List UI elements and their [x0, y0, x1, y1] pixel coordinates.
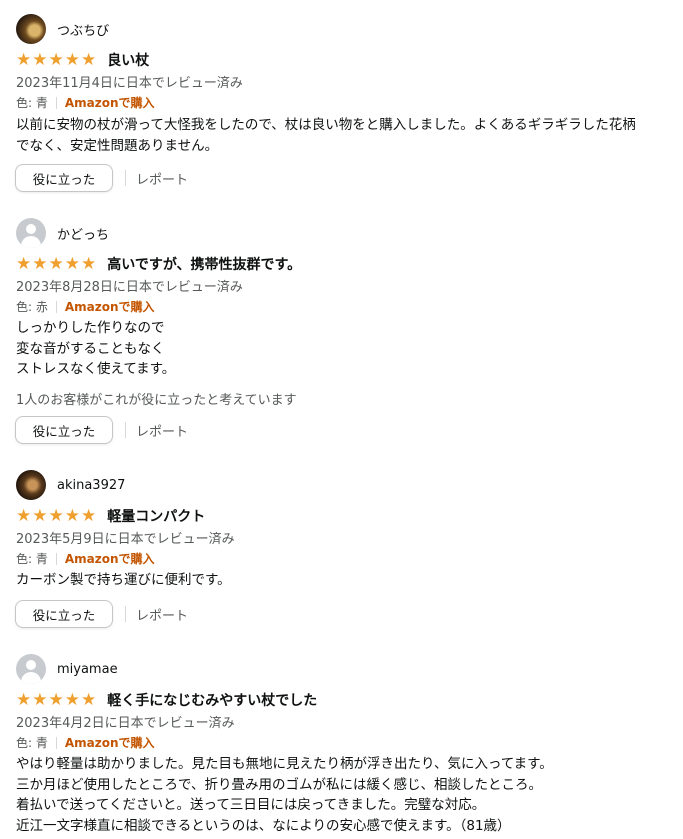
review-header: ★ ★ ★ ★ ★ 高いですが、携帯性抜群です。: [16, 254, 301, 274]
review-title[interactable]: 良い杖: [107, 50, 149, 70]
star-rating[interactable]: ★ ★ ★ ★ ★: [16, 49, 97, 70]
divider: [125, 606, 126, 622]
review-body-line: 着払いで送ってくださいと。送って三日目には戻ってきました。完璧な対応。: [16, 797, 486, 813]
helpful-button[interactable]: 役に立った: [15, 416, 113, 444]
star-icon: ★: [32, 253, 48, 274]
star-icon: ★: [48, 253, 64, 274]
reviewer-name[interactable]: つぶちび: [57, 20, 109, 39]
review-date: 2023年11月4日に日本でレビュー済み: [16, 76, 243, 91]
review-body-line: 変な音がすることもなく: [16, 340, 165, 357]
report-link[interactable]: レポート: [136, 605, 188, 624]
review-body: しっかりした作りなので 変な音がすることもなく ストレスなく使えてます。: [16, 318, 175, 380]
star-icon: ★: [16, 253, 32, 274]
star-rating[interactable]: ★ ★ ★ ★ ★: [16, 689, 97, 710]
divider: [55, 736, 57, 749]
review-actions: 役に立った レポート: [15, 415, 188, 445]
star-icon: ★: [16, 505, 32, 526]
helpful-count: 1人のお客様がこれが役に立ったと考えています: [16, 393, 297, 408]
review-body-line: やはり軽量は助かりました。見た目も無地に見えたり柄が浮き出たり、気に入ってます。: [16, 756, 553, 772]
star-rating[interactable]: ★ ★ ★ ★ ★: [16, 253, 97, 274]
default-avatar-icon: [26, 224, 36, 234]
star-rating[interactable]: ★ ★ ★ ★ ★: [16, 505, 97, 526]
report-link[interactable]: レポート: [136, 169, 188, 188]
review-date: 2023年8月28日に日本でレビュー済み: [16, 280, 243, 295]
review-title[interactable]: 軽量コンパクト: [107, 506, 205, 526]
helpful-button[interactable]: 役に立った: [15, 600, 113, 628]
star-icon: ★: [32, 49, 48, 70]
default-avatar-body: [21, 236, 41, 248]
review-body-line: 近江一文字様直に相談できるというのは、なによりの安心感で使えます。（81歳）: [16, 817, 511, 834]
star-icon: ★: [64, 253, 80, 274]
reviewer-name[interactable]: akina3927: [57, 478, 125, 493]
reviewer-profile[interactable]: つぶちび: [16, 13, 109, 45]
helpful-button[interactable]: 役に立った: [15, 164, 113, 192]
divider: [55, 300, 57, 313]
color-variant[interactable]: 色: 青: [16, 550, 48, 567]
verified-purchase-badge: Amazonで購入: [64, 736, 155, 750]
review-variant: 色: 青 Amazonで購入: [16, 550, 155, 567]
avatar[interactable]: [16, 470, 46, 500]
review-header: ★ ★ ★ ★ ★ 軽く手になじむみやすい杖でした: [16, 690, 317, 710]
review-variant: 色: 赤 Amazonで購入: [16, 298, 155, 315]
color-variant[interactable]: 色: 赤: [16, 298, 48, 315]
divider: [125, 170, 126, 186]
verified-purchase-badge: Amazonで購入: [64, 96, 155, 110]
divider: [125, 422, 126, 438]
review-body-line: しっかりした作りなので: [16, 320, 165, 336]
reviewer-profile[interactable]: かどっち: [16, 217, 109, 249]
review-variant: 色: 青 Amazonで購入: [16, 734, 155, 751]
review-body-line: ストレスなく使えてます。: [16, 361, 176, 377]
star-icon: ★: [48, 49, 64, 70]
reviewer-name[interactable]: かどっち: [57, 224, 109, 243]
review-date: 2023年4月2日に日本でレビュー済み: [16, 716, 235, 731]
review-body-line: 以前に安物の杖が滑って大怪我をしたので、杖は良い物をと購入しました。よくあるギラ…: [16, 117, 636, 133]
avatar[interactable]: [16, 14, 46, 44]
review-body: やはり軽量は助かりました。見た目も無地に見えたり柄が浮き出たり、気に入ってます。…: [16, 754, 553, 836]
star-icon: ★: [16, 49, 32, 70]
review-body: 以前に安物の杖が滑って大怪我をしたので、杖は良い物をと購入しました。よくあるギラ…: [16, 115, 636, 156]
star-icon: ★: [16, 689, 32, 710]
review-date: 2023年5月9日に日本でレビュー済み: [16, 532, 235, 547]
star-icon: ★: [32, 689, 48, 710]
review-body-line: 三か月ほど使用したところで、折り畳み用のゴムが私には緩く感じ、相談したところ。: [16, 776, 542, 793]
avatar[interactable]: [16, 654, 46, 684]
reviewer-profile[interactable]: akina3927: [16, 469, 125, 501]
verified-purchase-badge: Amazonで購入: [64, 300, 155, 314]
review-title[interactable]: 軽く手になじむみやすい杖でした: [107, 690, 317, 710]
verified-purchase-badge: Amazonで購入: [64, 552, 155, 566]
star-icon: ★: [32, 505, 48, 526]
star-icon: ★: [64, 49, 80, 70]
star-icon: ★: [48, 505, 64, 526]
review-header: ★ ★ ★ ★ ★ 軽量コンパクト: [16, 506, 205, 526]
reviewer-name[interactable]: miyamae: [57, 662, 118, 677]
star-icon: ★: [48, 689, 64, 710]
review-title[interactable]: 高いですが、携帯性抜群です。: [107, 254, 301, 274]
divider: [55, 96, 57, 109]
avatar[interactable]: [16, 218, 46, 248]
report-link[interactable]: レポート: [136, 421, 188, 440]
review-body-line: でなく、安定性問題ありません。: [16, 137, 219, 154]
review-actions: 役に立った レポート: [15, 163, 188, 193]
divider: [55, 552, 57, 565]
star-icon: ★: [64, 505, 80, 526]
star-icon: ★: [64, 689, 80, 710]
review-actions: 役に立った レポート: [15, 599, 188, 629]
reviewer-profile[interactable]: miyamae: [16, 653, 118, 685]
review-header: ★ ★ ★ ★ ★ 良い杖: [16, 50, 149, 70]
review-body-line: カーボン製で持ち運びに便利です。: [16, 572, 231, 588]
default-avatar-body: [21, 672, 41, 684]
star-icon: ★: [81, 505, 97, 526]
star-icon: ★: [81, 689, 97, 710]
star-icon: ★: [81, 49, 97, 70]
color-variant[interactable]: 色: 青: [16, 94, 48, 111]
color-variant[interactable]: 色: 青: [16, 734, 48, 751]
star-icon: ★: [81, 253, 97, 274]
review-body: カーボン製で持ち運びに便利です。: [16, 570, 231, 591]
review-variant: 色: 青 Amazonで購入: [16, 94, 155, 111]
default-avatar-icon: [26, 660, 36, 670]
